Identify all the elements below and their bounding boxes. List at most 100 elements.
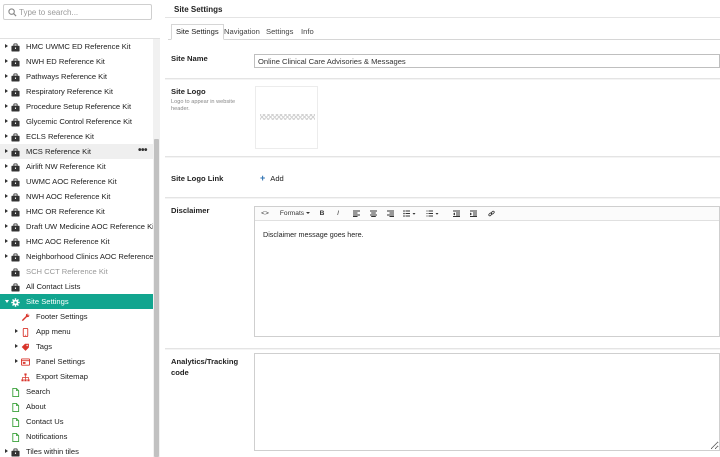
bullet-list-button[interactable] xyxy=(402,209,418,219)
more-options-button[interactable]: ••• xyxy=(138,143,148,158)
sidebar-item-hmc-uwmc-ed-reference-kit[interactable]: HMC UWMC ED Reference Kit xyxy=(0,39,153,54)
caret-right-icon[interactable] xyxy=(5,119,8,123)
site-name-input[interactable] xyxy=(254,54,720,68)
site-tree: HMC UWMC ED Reference Kit NWH ED Referenc… xyxy=(0,39,153,457)
search-input[interactable] xyxy=(19,6,149,18)
toolkit-icon xyxy=(11,282,20,292)
sidebar-item-all-contact-lists[interactable]: All Contact Lists xyxy=(0,279,153,294)
caret-right-icon[interactable] xyxy=(5,194,8,198)
source-code-button[interactable]: <> xyxy=(259,209,271,219)
sidebar-item-tags[interactable]: Tags xyxy=(0,339,153,354)
toolkit-icon xyxy=(11,42,20,52)
align-center-button[interactable] xyxy=(368,209,378,219)
sidebar-item-tiles-within-tiles[interactable]: Tiles within tiles xyxy=(0,444,153,457)
search-box[interactable] xyxy=(3,4,152,20)
sidebar-item-label: HMC OR Reference Kit xyxy=(26,207,105,216)
sidebar-item-mcs-reference-kit[interactable]: MCS Reference Kit ••• xyxy=(0,144,153,159)
sidebar-item-sch-cct-reference-kit[interactable]: SCH CCT Reference Kit xyxy=(0,264,153,279)
sidebar-item-nwh-ed-reference-kit[interactable]: NWH ED Reference Kit xyxy=(0,54,153,69)
add-link-button[interactable]: + Add xyxy=(260,173,284,183)
sidebar-item-ecls-reference-kit[interactable]: ECLS Reference Kit xyxy=(0,129,153,144)
analytics-textarea[interactable] xyxy=(254,353,720,451)
align-right-icon xyxy=(386,210,394,217)
caret-right-icon[interactable] xyxy=(5,164,8,168)
caret-right-icon[interactable] xyxy=(5,224,8,228)
caret-right-icon[interactable] xyxy=(5,149,8,153)
caret-right-icon[interactable] xyxy=(15,344,18,348)
sidebar-item-export-sitemap[interactable]: Export Sitemap xyxy=(0,369,153,384)
disclaimer-row: Disclaimer <> Formats B I Disclaimer mes… xyxy=(165,199,720,349)
indent-button[interactable] xyxy=(468,209,478,219)
tab-navigation[interactable]: Navigation xyxy=(220,24,264,40)
formats-dropdown[interactable]: Formats xyxy=(277,209,313,219)
sidebar-item-label: Search xyxy=(26,387,51,396)
caret-right-icon[interactable] xyxy=(5,59,8,63)
sidebar-scroll-thumb[interactable] xyxy=(154,139,159,457)
sidebar-item-pathways-reference-kit[interactable]: Pathways Reference Kit xyxy=(0,69,153,84)
sidebar-item-contact-us[interactable]: Contact Us xyxy=(0,414,153,429)
caret-right-icon[interactable] xyxy=(5,239,8,243)
italic-button[interactable]: I xyxy=(333,209,343,219)
insert-link-button[interactable] xyxy=(486,209,496,219)
sidebar-item-about[interactable]: About xyxy=(0,399,153,414)
sidebar-item-search[interactable]: Search xyxy=(0,384,153,399)
sidebar-item-hmc-or-reference-kit[interactable]: HMC OR Reference Kit xyxy=(0,204,153,219)
caret-right-icon[interactable] xyxy=(5,74,8,78)
outdent-button[interactable] xyxy=(451,209,461,219)
toolkit-icon xyxy=(11,237,20,247)
disclaimer-editor[interactable]: <> Formats B I Disclaimer message goes h… xyxy=(254,206,720,337)
sidebar-item-label: Tiles within tiles xyxy=(26,447,79,456)
page-title: Site Settings xyxy=(174,5,223,14)
sidebar-item-label: Procedure Setup Reference Kit xyxy=(26,102,132,111)
sidebar-item-site-settings[interactable]: Site Settings xyxy=(0,294,153,309)
disclaimer-label: Disclaimer xyxy=(171,206,210,215)
tab-info[interactable]: Info xyxy=(297,24,318,40)
bold-button[interactable]: B xyxy=(317,209,327,219)
caret-right-icon[interactable] xyxy=(5,104,8,108)
sidebar-item-uwmc-aoc-reference-kit[interactable]: UWMC AOC Reference Kit xyxy=(0,174,153,189)
sidebar-item-neighborhood-clinics-aoc-reference-kit[interactable]: Neighborhood Clinics AOC Reference Kit xyxy=(0,249,153,264)
sidebar-item-label: Notifications xyxy=(26,432,68,441)
app-window: HMC UWMC ED Reference Kit NWH ED Referenc… xyxy=(0,0,720,457)
toolkit-icon xyxy=(11,162,20,172)
sidebar-item-airlift-nw-reference-kit[interactable]: Airlift NW Reference Kit xyxy=(0,159,153,174)
caret-down-icon[interactable] xyxy=(5,300,9,303)
sidebar-item-procedure-setup-reference-kit[interactable]: Procedure Setup Reference Kit xyxy=(0,99,153,114)
sidebar-item-notifications[interactable]: Notifications xyxy=(0,429,153,444)
numbered-list-button[interactable] xyxy=(425,209,441,219)
caret-right-icon[interactable] xyxy=(15,329,18,333)
disclaimer-text[interactable]: Disclaimer message goes here. xyxy=(263,230,364,239)
align-center-icon xyxy=(369,210,377,217)
tab-settings[interactable]: Settings xyxy=(262,24,297,40)
sidebar-scrollbar[interactable] xyxy=(153,39,160,457)
caret-right-icon[interactable] xyxy=(5,209,8,213)
sidebar-item-app-menu[interactable]: App menu xyxy=(0,324,153,339)
sidebar-item-label: HMC AOC Reference Kit xyxy=(26,237,110,246)
caret-right-icon[interactable] xyxy=(5,89,8,93)
mobile-icon xyxy=(21,327,30,337)
sidebar-item-draft-uw-medicine-aoc-reference-kit[interactable]: Draft UW Medicine AOC Reference Kit xyxy=(0,219,153,234)
caret-right-icon[interactable] xyxy=(5,254,8,258)
sidebar-item-label: SCH CCT Reference Kit xyxy=(26,267,108,276)
sidebar: HMC UWMC ED Reference Kit NWH ED Referenc… xyxy=(0,0,160,457)
caret-right-icon[interactable] xyxy=(5,134,8,138)
caret-right-icon[interactable] xyxy=(15,359,18,363)
toolkit-icon xyxy=(11,252,20,262)
caret-right-icon[interactable] xyxy=(5,44,8,48)
sidebar-item-footer-settings[interactable]: Footer Settings xyxy=(0,309,153,324)
sidebar-item-hmc-aoc-reference-kit[interactable]: HMC AOC Reference Kit xyxy=(0,234,153,249)
sidebar-item-respiratory-reference-kit[interactable]: Respiratory Reference Kit xyxy=(0,84,153,99)
caret-right-icon[interactable] xyxy=(5,449,8,453)
sidebar-item-nwh-aoc-reference-kit[interactable]: NWH AOC Reference Kit xyxy=(0,189,153,204)
sidebar-item-label: MCS Reference Kit xyxy=(26,147,91,156)
caret-right-icon[interactable] xyxy=(5,179,8,183)
tab-site-settings[interactable]: Site Settings xyxy=(171,24,224,40)
sidebar-item-glycemic-control-reference-kit[interactable]: Glycemic Control Reference Kit xyxy=(0,114,153,129)
sidebar-item-panel-settings[interactable]: Panel Settings xyxy=(0,354,153,369)
site-logo-row: Site Logo Logo to appear in website head… xyxy=(165,80,720,157)
site-logo-upload[interactable] xyxy=(255,86,318,149)
settings-form: Site Name Site Logo Logo to appear in we… xyxy=(165,41,720,457)
align-left-button[interactable] xyxy=(351,209,361,219)
link-icon xyxy=(487,210,495,217)
align-right-button[interactable] xyxy=(385,209,395,219)
